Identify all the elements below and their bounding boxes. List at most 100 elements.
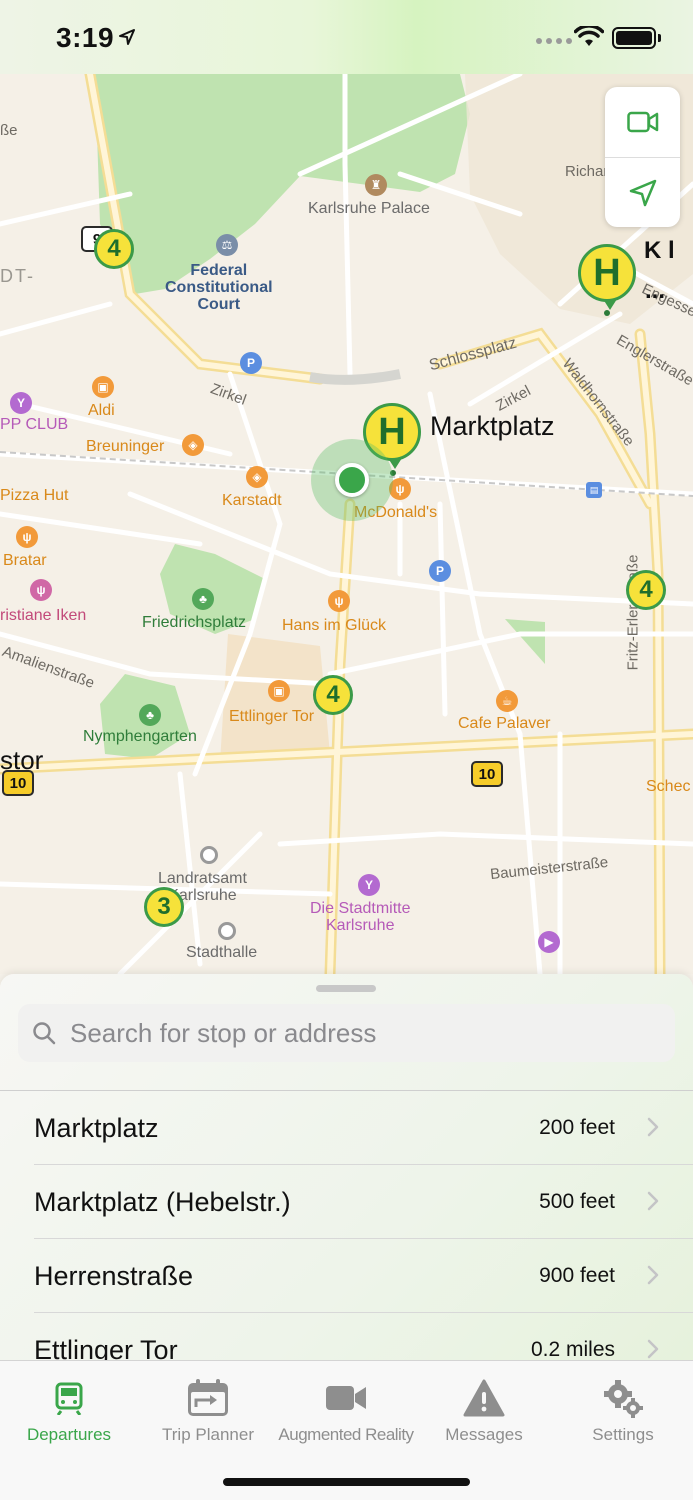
status-time: 3:19: [56, 22, 115, 53]
search-bar[interactable]: [18, 1004, 675, 1062]
locate-me-button[interactable]: [605, 158, 680, 228]
tab-label: Settings: [592, 1425, 654, 1444]
food-icon-christiane[interactable]: ψ: [30, 579, 52, 601]
map-controls: [605, 87, 680, 227]
chevron-right-icon: [647, 1339, 659, 1359]
shopping-icon-breuninger[interactable]: ◈: [182, 434, 204, 456]
food-icon-hans[interactable]: ψ: [328, 590, 350, 612]
tab-bar: Departures Trip Planner Augmented Realit…: [0, 1360, 693, 1500]
label-breuninger: Breuninger: [86, 438, 165, 455]
tram-line-4-marker[interactable]: 4: [94, 229, 134, 269]
tram-station-icon[interactable]: ▤: [586, 482, 602, 498]
nightlife-icon[interactable]: Y: [10, 392, 32, 414]
park-icon-friedrichsplatz[interactable]: ♣: [192, 588, 214, 610]
wifi-icon: [574, 26, 604, 46]
label-pp-club: PP CLUB: [0, 416, 69, 433]
ar-camera-button[interactable]: [605, 87, 680, 157]
list-item[interactable]: Marktplatz 200 feet: [0, 1091, 693, 1165]
warning-triangle-icon: [463, 1379, 505, 1417]
label-karstadt: Karstadt: [222, 492, 282, 509]
street-label-dt: DT-: [0, 266, 35, 286]
location-arrow-icon: [119, 29, 135, 45]
shopping-icon-ettlinger[interactable]: ▣: [268, 680, 290, 702]
tab-departures[interactable]: Departures: [0, 1375, 138, 1445]
parking-icon-2[interactable]: P: [429, 560, 451, 582]
label-nymphengarten: Nymphengarten: [83, 728, 197, 745]
park-icon-nymphengarten[interactable]: ♣: [139, 704, 161, 726]
gears-icon: [604, 1380, 643, 1418]
label-friedrichsplatz: Friedrichsplatz: [142, 614, 247, 631]
tram-line-4-marker[interactable]: 4: [626, 570, 666, 610]
tab-messages[interactable]: Messages: [415, 1375, 553, 1445]
search-input[interactable]: [70, 1017, 630, 1049]
list-item[interactable]: Herrenstraße 900 feet: [0, 1239, 693, 1313]
label-ettlinger-tor: Ettlinger Tor: [229, 708, 315, 725]
home-indicator: [223, 1478, 470, 1486]
cafe-icon[interactable]: ☕: [496, 690, 518, 712]
tram-icon: [55, 1382, 83, 1415]
label-cafe-palaver: Cafe Palaver: [458, 715, 551, 732]
building-icon-stadthalle[interactable]: [218, 922, 236, 940]
tab-label: Departures: [26, 1425, 112, 1444]
shopping-icon-karstadt[interactable]: ◈: [246, 466, 268, 488]
road-shield-10-right: 10: [471, 761, 503, 787]
tab-label: Trip Planner: [162, 1425, 254, 1444]
calendar-route-icon: [188, 1379, 228, 1416]
stop-name: Ettlinger Tor: [34, 1334, 178, 1361]
list-item[interactable]: Marktplatz (Hebelstr.) 500 feet: [0, 1165, 693, 1239]
palace-icon[interactable]: ♜: [365, 174, 387, 196]
tab-trip-planner[interactable]: Trip Planner: [139, 1375, 277, 1445]
chevron-right-icon: [647, 1191, 659, 1211]
label-christiane: ristiane Iken: [0, 607, 87, 624]
food-icon-bratar[interactable]: ψ: [16, 526, 38, 548]
label-marktplatz: Marktplatz: [430, 411, 555, 441]
label-pizza-hut: Pizza Hut: [0, 487, 69, 504]
tab-augmented-reality[interactable]: Augmented Reality: [277, 1375, 415, 1445]
user-location-marker: [311, 439, 393, 521]
stop-distance: 500 feet: [539, 1190, 615, 1213]
video-camera-icon: [326, 1386, 366, 1410]
location-arrow-icon: [629, 179, 656, 207]
parking-icon[interactable]: P: [240, 352, 262, 374]
road-shield-10-left: 10: [2, 770, 34, 796]
label-karlsruhe-palace: Karlsruhe Palace: [308, 200, 430, 217]
label-aldi: Aldi: [88, 402, 115, 419]
label-bratar: Bratar: [3, 552, 47, 569]
sheet-grabber[interactable]: [316, 985, 376, 992]
court-icon[interactable]: ⚖: [216, 234, 238, 256]
label-federal-court: Federal Constitutional Court: [165, 262, 273, 313]
stop-name: Marktplatz (Hebelstr.): [34, 1186, 291, 1217]
battery-icon: [612, 27, 656, 49]
street-label-sse: ße: [0, 122, 18, 139]
tab-settings[interactable]: Settings: [554, 1375, 692, 1445]
stop-marker-kl[interactable]: H: [578, 244, 636, 310]
label-sche: Schec: [646, 778, 691, 795]
status-bar: 3:19: [0, 0, 693, 74]
tram-line-4-marker[interactable]: 4: [313, 675, 353, 715]
nightlife-icon-stadtmitte[interactable]: Y: [358, 874, 380, 896]
chevron-right-icon: [647, 1117, 659, 1137]
stops-sheet: Marktplatz 200 feet Marktplatz (Hebelstr…: [0, 974, 693, 1360]
shopping-icon-aldi[interactable]: ▣: [92, 376, 114, 398]
stop-distance: 0.2 miles: [530, 1338, 615, 1360]
label-kl: K l: [644, 237, 675, 264]
search-icon: [33, 1022, 56, 1045]
signal-icon: [536, 38, 572, 44]
street-label-richar: Richar: [565, 163, 609, 180]
stops-list: Marktplatz 200 feet Marktplatz (Hebelstr…: [0, 1091, 693, 1360]
cinema-icon[interactable]: ▶: [538, 931, 560, 953]
stop-name: Marktplatz: [34, 1112, 159, 1143]
tab-label: Augmented Reality: [278, 1425, 414, 1444]
video-camera-icon: [626, 111, 658, 133]
building-icon-landratsamt[interactable]: [200, 846, 218, 864]
map-view[interactable]: ße DT- Richar Engesse Englerstraße Schlo…: [0, 74, 693, 974]
stop-distance: 900 feet: [539, 1264, 615, 1287]
label-stadthalle: Stadthalle: [186, 944, 258, 961]
label-hans-im-glueck: Hans im Glück: [282, 617, 387, 634]
list-item[interactable]: Ettlinger Tor 0.2 miles: [0, 1313, 693, 1360]
label-stadtmitte: Die Stadtmitte Karlsruhe: [310, 900, 411, 934]
tram-line-3-marker[interactable]: 3: [144, 887, 184, 927]
chevron-right-icon: [647, 1265, 659, 1285]
stop-distance: 200 feet: [539, 1116, 615, 1139]
stop-name: Herrenstraße: [34, 1260, 194, 1291]
